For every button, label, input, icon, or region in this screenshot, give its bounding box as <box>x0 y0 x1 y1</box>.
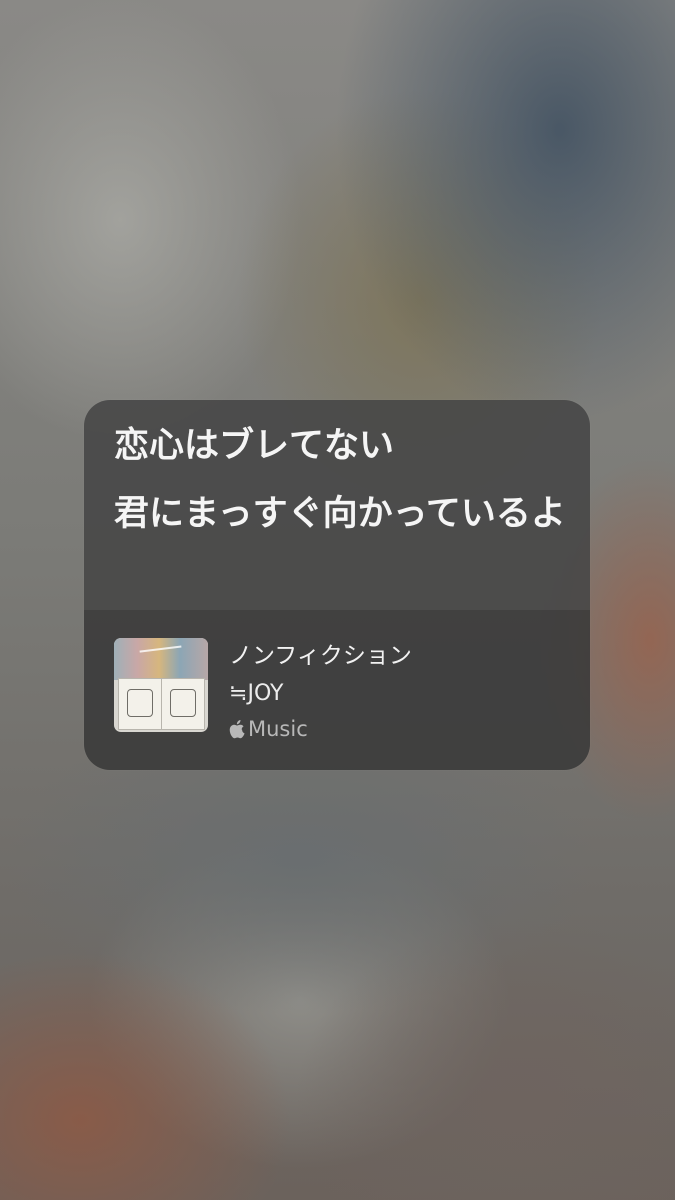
lyric-line-1: 恋心はブレてない <box>114 426 395 466</box>
music-service-label: Music <box>248 717 308 741</box>
apple-music-badge[interactable]: Music <box>229 716 549 742</box>
album-art-right-page <box>161 678 205 730</box>
album-art[interactable] <box>114 638 208 732</box>
song-metadata: ノンフィクション ≒JOY Music <box>229 640 549 742</box>
artist-name: ≒JOY <box>229 681 284 706</box>
album-art-left-page <box>118 678 162 730</box>
apple-icon <box>229 719 247 739</box>
song-title: ノンフィクション <box>229 643 412 669</box>
lyric-line-2: 君にまっすぐ向かっているよ <box>114 494 566 534</box>
song-info-panel[interactable]: ノンフィクション ≒JOY Music <box>84 610 590 770</box>
lyrics-card[interactable]: 恋心はブレてない 君にまっすぐ向かっているよ ノンフィクション ≒JOY Mus… <box>84 400 590 770</box>
lyrics-text: 恋心はブレてない 君にまっすぐ向かっているよ <box>114 422 574 538</box>
album-art-cover-top <box>114 638 208 680</box>
